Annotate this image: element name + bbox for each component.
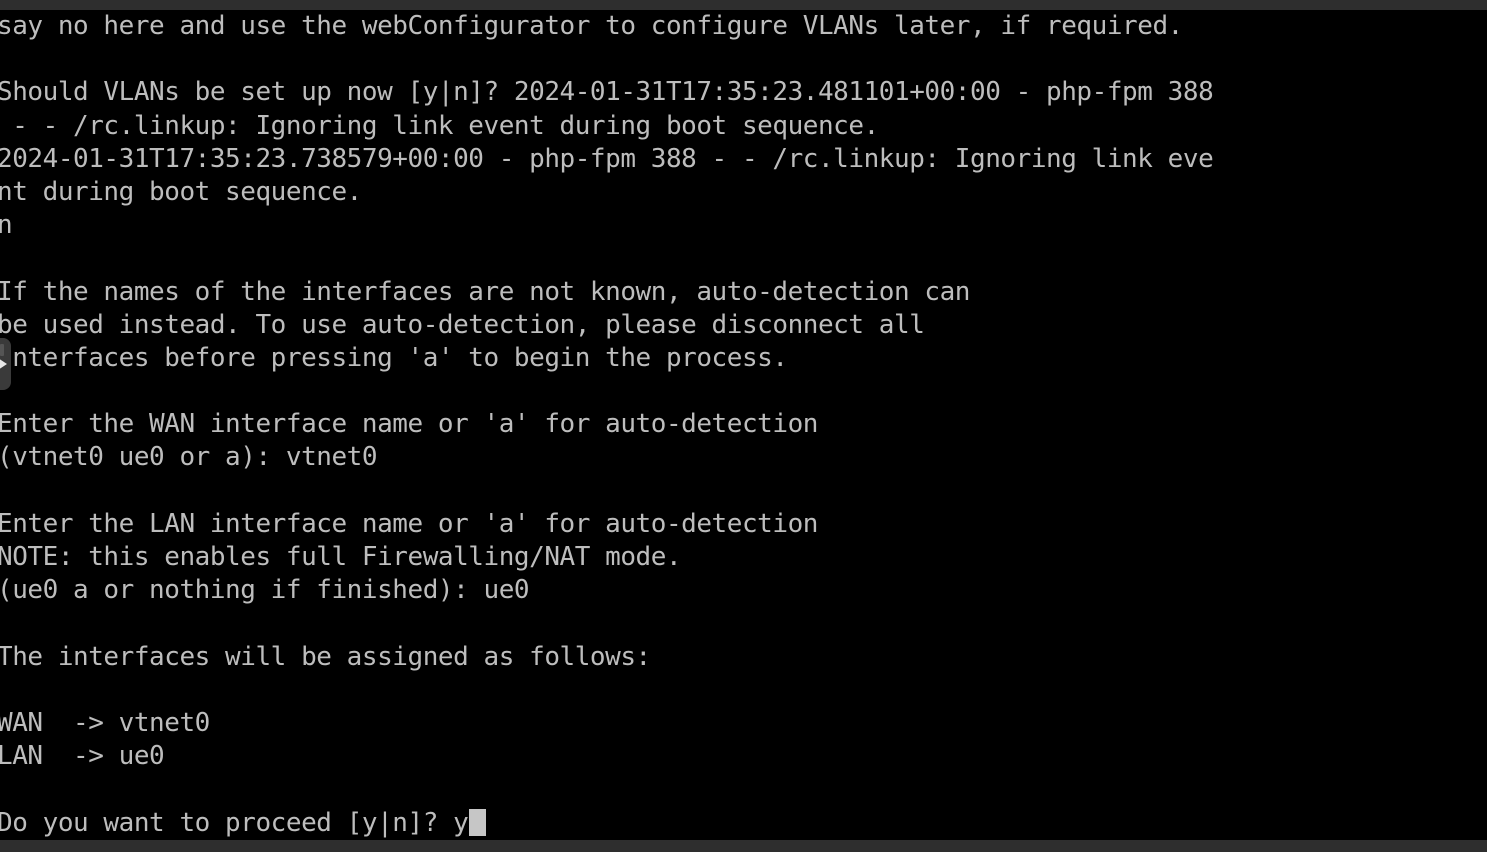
play-triangle-icon [0,358,7,370]
overlay-glyph-bar [0,344,4,356]
terminal-line: n [0,210,13,241]
terminal-line: NOTE: this enables full Firewalling/NAT … [0,542,682,572]
terminal-line: - - /rc.linkup: Ignoring link event duri… [0,110,879,141]
terminal-line: If the names of the interfaces are not k… [0,276,971,307]
terminal-line: be used instead. To use auto-detection, … [0,309,925,340]
terminal-line: (ue0 a or nothing if finished): ue0 [0,575,530,606]
text-cursor [469,808,487,836]
terminal-line: The interfaces will be assigned as follo… [0,641,651,672]
terminal-line: Enter the WAN interface name or 'a' for … [0,409,818,440]
terminal-line: say no here and use the webConfigurator … [0,11,1183,41]
terminal-line: interfaces before pressing 'a' to begin … [0,342,788,373]
terminal-line: Do you want to proceed [y|n]? y [0,807,1213,840]
play-button-overlay[interactable] [0,338,11,390]
terminal-line: 2024-01-31T17:35:23.738579+00:00 - php-f… [0,143,1214,174]
terminal-line: nt during boot sequence. [0,176,362,207]
terminal-line: LAN -> ue0 [0,741,165,772]
window-chrome-bottom-bar [0,840,1487,852]
terminal-line: (vtnet0 ue0 or a): vtnet0 [0,442,378,473]
terminal-line: WAN -> vtnet0 [0,707,210,738]
window-chrome-top-bar [0,0,1487,10]
terminal-line: Should VLANs be set up now [y|n]? 2024-0… [0,77,1214,108]
terminal-line: Enter the LAN interface name or 'a' for … [0,508,818,539]
console-screen: say no here and use the webConfigurator … [0,0,1487,852]
terminal-text-buffer: say no here and use the webConfigurator … [0,10,1214,840]
terminal-output-area[interactable]: say no here and use the webConfigurator … [0,10,1487,840]
